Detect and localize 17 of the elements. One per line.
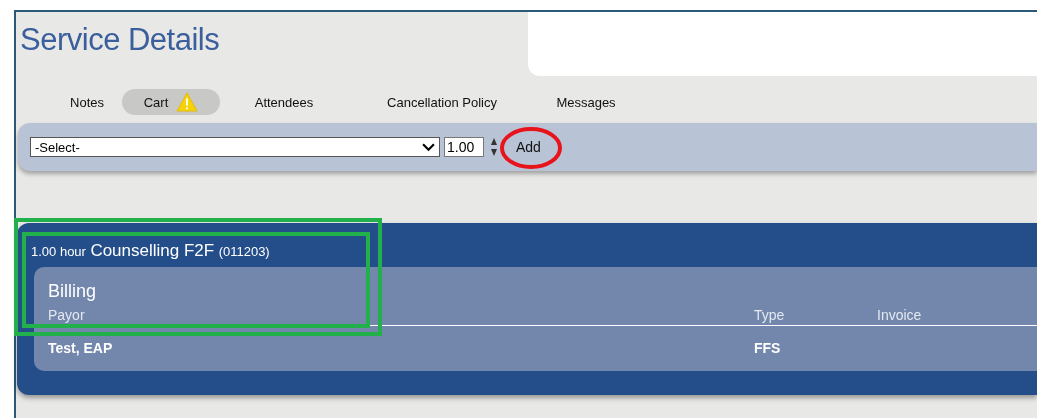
- window-title: Service Details: [19, 21, 221, 59]
- table-cell: FFS: [754, 340, 781, 356]
- tab[interactable]: Cancellation Policy: [348, 89, 536, 115]
- tab[interactable]: Notes: [52, 89, 122, 115]
- table-cell: Test, EAP: [48, 340, 113, 356]
- quantity-field[interactable]: 1.00: [444, 137, 484, 157]
- tab[interactable]: Attendees: [220, 89, 348, 115]
- service-select[interactable]: -Select-: [30, 137, 440, 157]
- column-header: Payor: [48, 307, 86, 325]
- billing-title: Billing: [48, 281, 98, 303]
- column-header: Type: [754, 307, 786, 325]
- service-heading: 1.00 hour Counselling F2F (011203): [30, 240, 271, 262]
- column-header: Invoice: [877, 307, 923, 325]
- tab[interactable]: Messages: [536, 89, 636, 115]
- tab[interactable]: Cart: [122, 89, 220, 115]
- chevron-down-icon: [422, 142, 435, 152]
- spinner-icon[interactable]: [490, 137, 498, 157]
